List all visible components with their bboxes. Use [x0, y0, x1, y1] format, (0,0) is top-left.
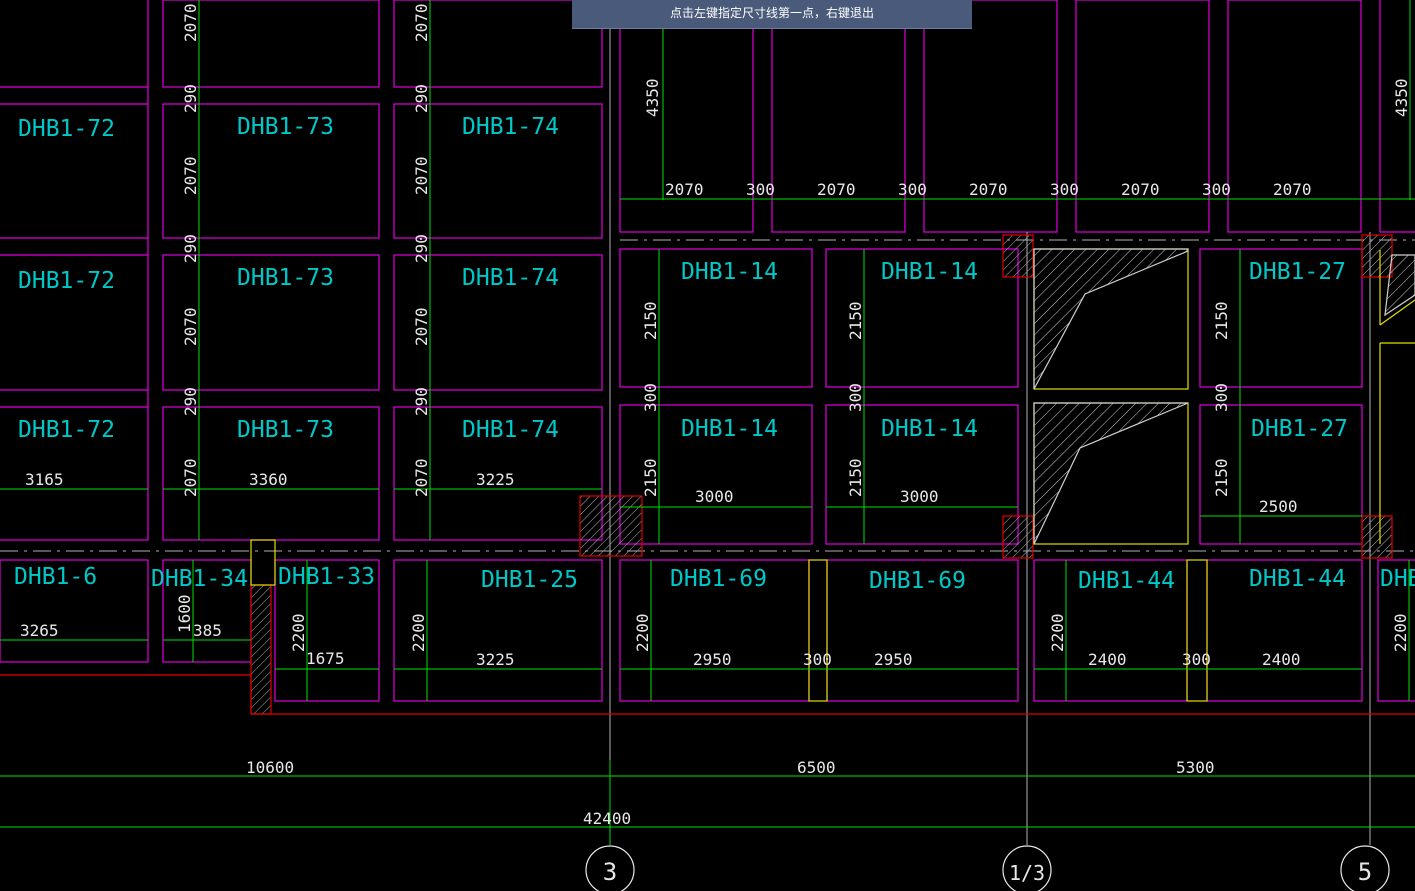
dim-text: 2070	[665, 180, 704, 199]
dim-text: 10600	[246, 758, 294, 777]
dim-text: 290	[181, 84, 200, 113]
dim-text: 2070	[1121, 180, 1160, 199]
dim-text: 2150	[1212, 301, 1231, 340]
dim-text: 5300	[1176, 758, 1215, 777]
slab-label: DHB1-74	[462, 265, 559, 291]
command-prompt-bar: 点击左键指定尺寸线第一点，右键退出	[572, 0, 972, 29]
slab-label: DHB1-25	[481, 567, 578, 593]
wall-outlines	[0, 234, 1415, 715]
command-prompt-text: 点击左键指定尺寸线第一点，右键退出	[669, 6, 874, 20]
dim-text: 290	[181, 234, 200, 263]
dim-text: 300	[803, 650, 832, 669]
slab-label: DHB1-34	[151, 566, 248, 592]
dim-text: 3265	[20, 621, 59, 640]
vertical-dimension-texts: 2070 2070 4350 4350 290 290 2070 2070 29…	[175, 3, 1411, 652]
slab-label: DHB1-73	[237, 265, 334, 291]
slab-label: DHB1-33	[278, 564, 375, 590]
slab-label: DHB1-44	[1249, 566, 1346, 592]
dim-text: 3000	[900, 487, 939, 506]
dim-text: 2200	[289, 613, 308, 652]
dim-text: 300	[846, 383, 865, 412]
dim-text: 2070	[181, 3, 200, 42]
slab-label: DHB1-14	[881, 259, 978, 285]
dim-text: 3225	[476, 650, 515, 669]
slab-label: DHB1-69	[670, 566, 767, 592]
slab-outlines	[0, 0, 1415, 702]
dim-text: 2150	[1212, 458, 1231, 497]
dim-text: 2400	[1088, 650, 1127, 669]
slab-label: DHB1-6	[14, 564, 97, 590]
dim-text: 300	[641, 383, 660, 412]
axis-marker-1-3: 1/3	[1009, 861, 1045, 885]
dim-text: 2200	[409, 613, 428, 652]
dim-text: 300	[1212, 383, 1231, 412]
slab-label: DHB1-72	[18, 268, 115, 294]
slab-label: DHB1-14	[681, 416, 778, 442]
dim-text: 2150	[641, 458, 660, 497]
dim-text: 1675	[306, 649, 345, 668]
dim-text: 2070	[412, 307, 431, 346]
slab-label: DHB1-44	[1078, 568, 1175, 594]
dim-text: 4350	[1392, 78, 1411, 117]
slab-label: DHB	[1380, 566, 1415, 592]
dim-text: 290	[412, 387, 431, 416]
dim-text: 2070	[817, 180, 856, 199]
dim-text: 3165	[25, 470, 64, 489]
dim-text: 300	[1202, 180, 1231, 199]
dim-text: 2070	[412, 156, 431, 195]
axis-markers	[585, 845, 1390, 891]
axis-marker-5: 5	[1358, 858, 1372, 886]
dim-text: 290	[412, 234, 431, 263]
dim-text: 4350	[643, 78, 662, 117]
slab-label: DHB1-14	[681, 259, 778, 285]
slab-label: DHB1-27	[1251, 416, 1348, 442]
dim-text: 2200	[1048, 613, 1067, 652]
slab-label: DHB1-74	[462, 114, 559, 140]
dim-text: 2070	[969, 180, 1008, 199]
dim-text: 42400	[583, 809, 631, 828]
dim-text: 2950	[874, 650, 913, 669]
dim-text: 2950	[693, 650, 732, 669]
dim-text: 2070	[412, 3, 431, 42]
dim-text: 385	[193, 621, 222, 640]
slab-label: DHB1-73	[237, 114, 334, 140]
dim-text: 1600	[175, 594, 194, 633]
dim-text: 290	[412, 84, 431, 113]
dim-text: 300	[898, 180, 927, 199]
dim-text: 300	[746, 180, 775, 199]
dim-text: 2200	[1391, 613, 1410, 652]
slab-label: DHB1-14	[881, 416, 978, 442]
dim-text: 2070	[412, 458, 431, 497]
dim-text: 2150	[846, 301, 865, 340]
dim-text: 2150	[641, 301, 660, 340]
dim-text: 3000	[695, 487, 734, 506]
dim-text: 2500	[1259, 497, 1298, 516]
dim-text: 300	[1050, 180, 1079, 199]
dim-text: 2400	[1262, 650, 1301, 669]
dim-text: 290	[181, 387, 200, 416]
slab-label: DHB1-73	[237, 417, 334, 443]
cad-drawing-canvas[interactable]: 3 1/3 5 DHB1-72 DHB1-73 DHB1-74 DHB1-72 …	[0, 0, 1415, 891]
dim-text: 2070	[181, 156, 200, 195]
slab-label: DHB1-72	[18, 417, 115, 443]
dim-text: 3360	[249, 470, 288, 489]
dim-text: 6500	[797, 758, 836, 777]
dim-text: 2070	[181, 307, 200, 346]
slab-label: DHB1-27	[1249, 259, 1346, 285]
slab-label: DHB1-74	[462, 417, 559, 443]
dim-text: 2150	[846, 458, 865, 497]
dim-text: 2200	[633, 613, 652, 652]
dim-text: 300	[1182, 650, 1211, 669]
slab-label: DHB1-72	[18, 116, 115, 142]
dim-text: 2070	[1273, 180, 1312, 199]
axis-marker-3: 3	[603, 858, 617, 886]
dim-text: 3225	[476, 470, 515, 489]
dim-text: 2070	[181, 458, 200, 497]
slab-label: DHB1-69	[869, 568, 966, 594]
